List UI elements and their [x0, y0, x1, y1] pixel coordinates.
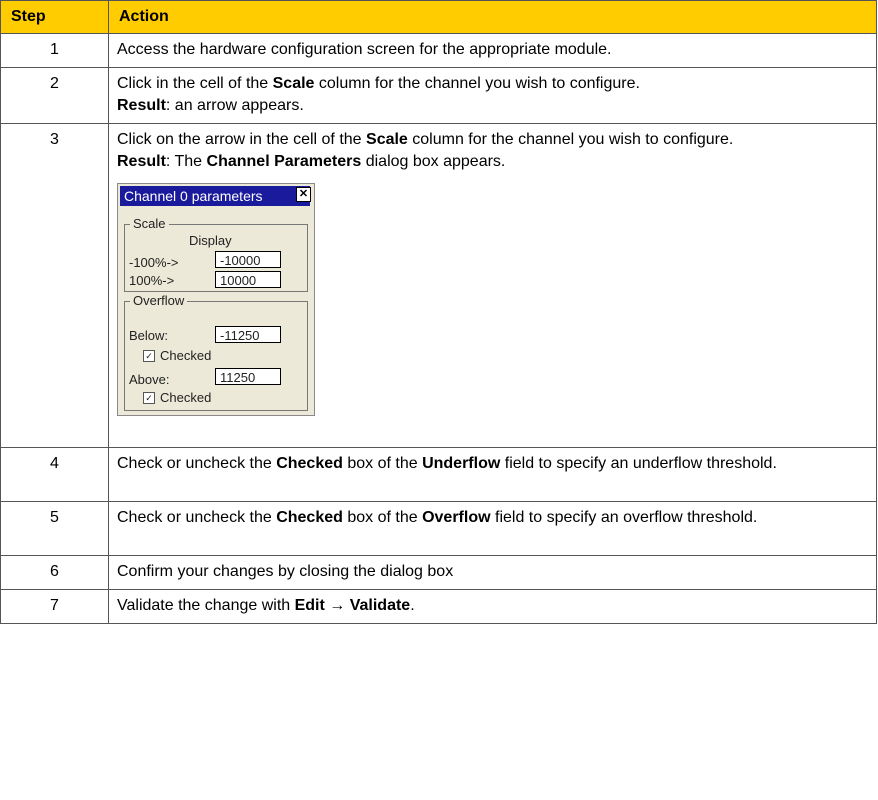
- action-text: Access the hardware configuration screen…: [108, 33, 877, 68]
- emphasis-text: Underflow: [422, 455, 501, 472]
- channel-parameters-dialog: Channel 0 parameters ✕ Scale Display -10…: [117, 183, 315, 416]
- result-text: : an arrow appears.: [165, 97, 304, 114]
- action-text: Confirm your changes by closing the dial…: [108, 555, 877, 590]
- action-text: Check or uncheck the: [117, 509, 277, 526]
- step-number: 6: [0, 555, 109, 590]
- table-row: 7 Validate the change with Edit → Valida…: [0, 589, 877, 624]
- header-row: Step Action: [0, 0, 877, 34]
- action-cell: Check or uncheck the Checked box of the …: [108, 447, 877, 502]
- emphasis-text: Scale: [366, 131, 408, 148]
- step-number: 7: [0, 589, 109, 624]
- above-field[interactable]: 11250: [215, 368, 281, 385]
- menu-path-validate: Validate: [349, 597, 411, 614]
- close-icon[interactable]: ✕: [296, 187, 311, 202]
- action-text: field to specify an overflow threshold.: [490, 509, 758, 526]
- action-text: column for the channel you wish to confi…: [407, 131, 734, 148]
- emphasis-text: Checked: [276, 509, 343, 526]
- table-row: 5 Check or uncheck the Checked box of th…: [0, 501, 877, 556]
- above-label: Above:: [129, 372, 170, 387]
- below-field[interactable]: -11250: [215, 326, 281, 343]
- emphasis-text: Overflow: [422, 509, 491, 526]
- action-text: column for the channel you wish to confi…: [314, 75, 640, 92]
- emphasis-text: Channel Parameters: [206, 153, 362, 170]
- action-text: field to specify an underflow threshold.: [500, 455, 777, 472]
- action-text: .: [410, 597, 415, 614]
- step-number: 2: [0, 67, 109, 124]
- table-row: 4 Check or uncheck the Checked box of th…: [0, 447, 877, 502]
- action-cell: Click on the arrow in the cell of the Sc…: [108, 123, 877, 448]
- scale-group: Scale Display -100%-> -10000 100%-> 1000…: [124, 216, 308, 292]
- overflow-group-label: Overflow: [130, 293, 188, 308]
- neg-percent-field[interactable]: -10000: [215, 251, 281, 268]
- step-header: Step: [0, 0, 109, 34]
- overflow-group: Overflow Below: -11250 ✓ Checked Above: …: [124, 293, 308, 411]
- action-text: Click on the arrow in the cell of the: [117, 131, 367, 148]
- action-text: Validate the change with: [117, 597, 295, 614]
- action-text: box of the: [342, 455, 423, 472]
- action-cell: Check or uncheck the Checked box of the …: [108, 501, 877, 556]
- emphasis-text: Scale: [272, 75, 315, 92]
- action-cell: Click in the cell of the Scale column fo…: [108, 67, 877, 124]
- action-header: Action: [108, 0, 877, 34]
- step-number: 3: [0, 123, 109, 448]
- scale-group-label: Scale: [130, 216, 169, 231]
- action-text: Check or uncheck the: [117, 455, 277, 472]
- table-row: 2 Click in the cell of the Scale column …: [0, 67, 877, 124]
- above-checked-label: Checked: [160, 390, 212, 405]
- steps-table: Step Action 1 Access the hardware config…: [0, 0, 877, 624]
- check-icon: ✓: [143, 349, 155, 362]
- pos-percent-label: 100%->: [129, 273, 175, 288]
- result-label: Result: [117, 97, 166, 114]
- neg-percent-label: -100%->: [129, 255, 179, 270]
- display-label: Display: [189, 233, 232, 248]
- action-cell: Validate the change with Edit → Validate…: [108, 589, 877, 624]
- pos-percent-field[interactable]: 10000: [215, 271, 281, 288]
- below-checked-checkbox[interactable]: ✓ Checked: [143, 348, 211, 363]
- result-label: Result: [117, 153, 166, 170]
- dialog-title: Channel 0 parameters: [120, 186, 310, 206]
- result-text: dialog box appears.: [361, 153, 506, 170]
- step-number: 4: [0, 447, 109, 502]
- action-text: box of the: [342, 509, 423, 526]
- table-row: 1 Access the hardware configuration scre…: [0, 33, 877, 68]
- step-number: 1: [0, 33, 109, 68]
- emphasis-text: Checked: [276, 455, 343, 472]
- menu-path-edit: Edit: [294, 597, 325, 614]
- arrow-icon: →: [324, 597, 350, 614]
- table-row: 6 Confirm your changes by closing the di…: [0, 555, 877, 590]
- action-text: Click in the cell of the: [117, 75, 273, 92]
- check-icon: ✓: [143, 391, 155, 404]
- below-label: Below:: [129, 328, 169, 343]
- result-text: : The: [165, 153, 207, 170]
- below-checked-label: Checked: [160, 348, 212, 363]
- above-checked-checkbox[interactable]: ✓ Checked: [143, 390, 211, 405]
- step-number: 5: [0, 501, 109, 556]
- table-row: 3 Click on the arrow in the cell of the …: [0, 123, 877, 448]
